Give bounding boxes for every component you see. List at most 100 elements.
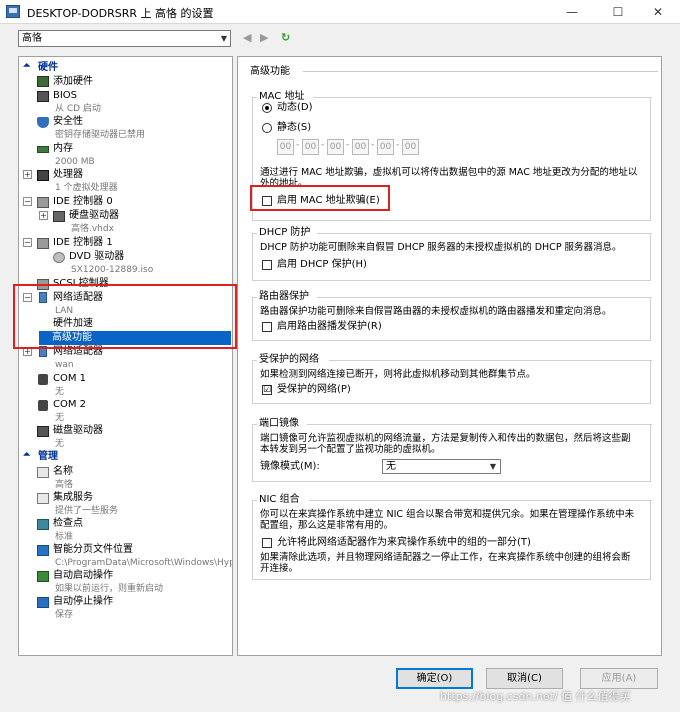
page-title: 高级功能 (250, 66, 290, 77)
tree-item-com1[interactable]: COM 1 (53, 372, 86, 386)
tree-item-auto-start[interactable]: 自动启动操作 (53, 569, 113, 583)
mac-separator: - (396, 140, 400, 150)
back-arrow-icon[interactable]: ◀ (243, 31, 251, 44)
mac-spoofing-description: 通过进行 MAC 地址欺骗，虚拟机可以将传出数据包中的源 MAC 地址更改为分配… (260, 167, 638, 189)
section-management[interactable]: ⏶ 管理 (19, 450, 232, 465)
tree-sub-auto-stop: 保存 (55, 610, 74, 620)
collapse-icon[interactable]: ⏶ (23, 450, 30, 460)
refresh-icon[interactable]: ↻ (281, 31, 290, 44)
mac-spoofing-label: 启用 MAC 地址欺骗(E) (277, 195, 380, 206)
processor-icon (37, 170, 49, 181)
expand-icon[interactable]: + (23, 347, 32, 356)
dhcp-guard-checkbox[interactable] (262, 260, 272, 270)
minimize-button[interactable]: — (552, 2, 592, 22)
protected-network-group: 受保护的网络 (252, 354, 652, 404)
tree-item-integration-services[interactable]: 集成服务 (53, 491, 93, 505)
watermark: https://blog.csdn.net/ 值 什么值得买 (440, 690, 631, 703)
apply-button[interactable]: 应用(A) (580, 668, 658, 689)
tree-item-memory[interactable]: 内存 (53, 142, 73, 156)
tree-sub-memory: 2000 MB (55, 157, 95, 167)
router-guard-checkbox[interactable] (262, 322, 272, 332)
forward-arrow-icon[interactable]: ▶ (260, 31, 268, 44)
hard-drive-icon (53, 211, 65, 222)
settings-tree: ⏶ 硬件 添加硬件 BIOS 从 CD 启动 安全性 密钥存储驱动器已禁用 内存… (18, 56, 233, 656)
tree-item-ide-1[interactable]: IDE 控制器 1 (53, 236, 113, 250)
group-border (307, 424, 652, 425)
mac-spoofing-checkbox[interactable] (262, 196, 272, 206)
tree-sub-hard-drive: 高恪.vhdx (71, 224, 114, 234)
tree-item-dvd-drive[interactable]: DVD 驱动器 (69, 250, 124, 264)
tree-item-name[interactable]: 名称 (53, 465, 73, 479)
close-button[interactable]: ✕ (638, 2, 678, 22)
mac-static-label: 静态(S) (277, 122, 312, 133)
ok-button[interactable]: 确定(O) (396, 668, 473, 689)
tree-item-checkpoints[interactable]: 检查点 (53, 517, 83, 531)
tree-item-add-hardware[interactable]: 添加硬件 (53, 75, 93, 89)
tree-item-com2[interactable]: COM 2 (53, 398, 86, 412)
floppy-drive-icon (37, 426, 49, 437)
tree-item-floppy[interactable]: 磁盘驱动器 (53, 424, 103, 438)
tree-sub-floppy: 无 (55, 439, 65, 449)
paging-file-icon (37, 545, 49, 556)
tree-sub-network-adapter-lan: LAN (55, 306, 74, 316)
mac-octet-4[interactable]: 00 (352, 139, 369, 155)
chevron-down-icon: ▼ (489, 462, 496, 471)
protected-network-checkbox[interactable]: ☑ (262, 385, 272, 395)
vm-selector[interactable]: 高恪 ▼ (18, 30, 231, 47)
collapse-icon[interactable]: − (23, 293, 32, 302)
mac-octet-1[interactable]: 00 (277, 139, 294, 155)
mac-dynamic-radio[interactable] (262, 103, 272, 113)
tree-item-ide-0[interactable]: IDE 控制器 0 (53, 195, 113, 209)
cancel-button[interactable]: 取消(C) (486, 668, 563, 689)
protected-network-label: 受保护的网络(P) (277, 384, 351, 395)
group-border (317, 297, 652, 298)
tree-item-network-adapter-wan[interactable]: 网络适配器 (53, 345, 103, 359)
tree-item-auto-stop[interactable]: 自动停止操作 (53, 595, 113, 609)
mac-octet-6[interactable]: 00 (402, 139, 419, 155)
network-adapter-icon (39, 346, 47, 357)
expand-icon[interactable]: + (23, 170, 32, 179)
tree-item-scsi[interactable]: SCSI 控制器 (53, 277, 109, 291)
mac-octet-3[interactable]: 00 (327, 139, 344, 155)
mirroring-mode-select[interactable]: 无 ▼ (382, 459, 501, 474)
expand-icon[interactable]: + (39, 211, 48, 220)
integration-services-icon (37, 493, 49, 504)
add-hardware-icon (37, 76, 49, 87)
group-border (309, 500, 652, 501)
tree-item-hardware-acceleration[interactable]: 硬件加速 (53, 317, 93, 331)
protected-group-title: 受保护的网络 (257, 354, 321, 366)
section-hardware[interactable]: ⏶ 硬件 (19, 61, 232, 76)
tree-sub-bios: 从 CD 启动 (55, 104, 101, 114)
scsi-controller-icon (37, 279, 49, 290)
collapse-icon[interactable]: ⏶ (23, 61, 30, 71)
tree-item-bios[interactable]: BIOS (53, 89, 77, 103)
mac-static-radio[interactable] (262, 123, 272, 133)
vm-selector-value: 高恪 (22, 33, 42, 44)
tree-item-smart-paging[interactable]: 智能分页文件位置 (53, 543, 133, 557)
tree-item-advanced-features[interactable]: 高级功能 (39, 331, 231, 345)
mac-octet-5[interactable]: 00 (377, 139, 394, 155)
tree-sub-auto-start: 如果以前运行，则重新启动 (55, 584, 164, 594)
auto-stop-icon (37, 597, 49, 608)
window-title: DESKTOP-DODRSRR 上 高恪 的设置 (27, 7, 214, 20)
name-icon (37, 467, 49, 478)
tree-item-processor[interactable]: 处理器 (53, 168, 83, 182)
collapse-icon[interactable]: − (23, 197, 32, 206)
mac-octet-2[interactable]: 00 (302, 139, 319, 155)
collapse-icon[interactable]: − (23, 238, 32, 247)
tree-item-advanced-label: 高级功能 (52, 332, 92, 343)
network-adapter-icon (39, 292, 47, 303)
group-border (317, 233, 652, 234)
bios-icon (37, 91, 49, 102)
protected-network-description: 如果检测到网络连接已断开，则将此虚拟机移动到其他群集节点。 (260, 369, 536, 380)
tree-item-hard-drive[interactable]: 硬盘驱动器 (69, 209, 119, 223)
details-pane: 高级功能 MAC 地址 动态(D) 静态(S) 00 - 00 - 00 - 0… (237, 56, 662, 656)
nic-teaming-checkbox[interactable] (262, 538, 272, 548)
serial-port-icon (38, 400, 48, 411)
tree-sub-com2: 无 (55, 413, 65, 423)
mirroring-group-title: 端口镜像 (257, 418, 301, 430)
maximize-button[interactable]: ☐ (598, 2, 638, 22)
mirroring-mode-label: 镜像模式(M): (260, 461, 320, 472)
tree-item-security[interactable]: 安全性 (53, 115, 83, 129)
tree-item-network-adapter-lan[interactable]: 网络适配器 (53, 291, 103, 305)
